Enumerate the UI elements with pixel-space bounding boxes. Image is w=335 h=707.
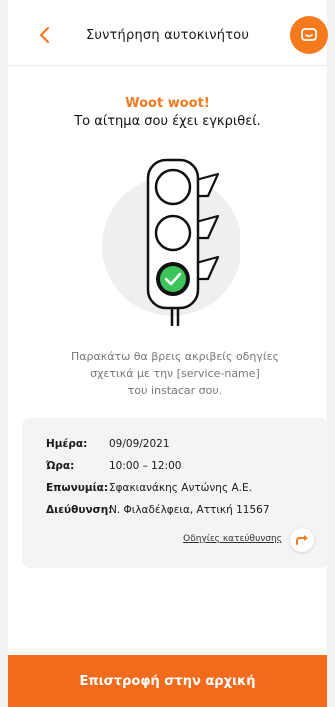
appointment-details-card: Ημέρα: 09/09/2021 Ώρα: 10:00 – 12:00 Επω…: [22, 418, 328, 568]
instructions-text: Παρακάτω θα βρεις ακριβείς οδηγίες σχετι…: [70, 350, 280, 397]
chevron-left-icon: [39, 26, 50, 44]
app-header: Συντήρηση αυτοκινήτου: [8, 0, 328, 66]
detail-row-time: Ώρα: 10:00 – 12:00: [46, 460, 182, 472]
back-button[interactable]: [34, 24, 56, 46]
back-to-home-button[interactable]: Επιστροφή στην αρχική: [8, 655, 327, 707]
detail-row-address: Διεύθυνση: Ν. Φιλαδέλφεια, Αττική 11567: [46, 504, 270, 516]
detail-row-company: Επωνυμία: Σφακιανάκης Αντώνης Α.Ε.: [46, 482, 252, 494]
directions-link[interactable]: Οδηγίες κατεύθυνσης: [183, 534, 282, 544]
directions-button[interactable]: [290, 528, 314, 552]
arrow-right-icon: [296, 535, 308, 545]
detail-row-date: Ημέρα: 09/09/2021: [46, 438, 170, 450]
page-title: Συντήρηση αυτοκινήτου: [85, 28, 250, 43]
chat-icon: [301, 28, 317, 41]
traffic-light-illustration: [102, 158, 240, 326]
approval-message: Το αίτημα σου έχει εγκριθεί.: [74, 114, 261, 129]
success-headline: Woot woot!: [125, 96, 210, 111]
chat-button[interactable]: [290, 16, 328, 54]
